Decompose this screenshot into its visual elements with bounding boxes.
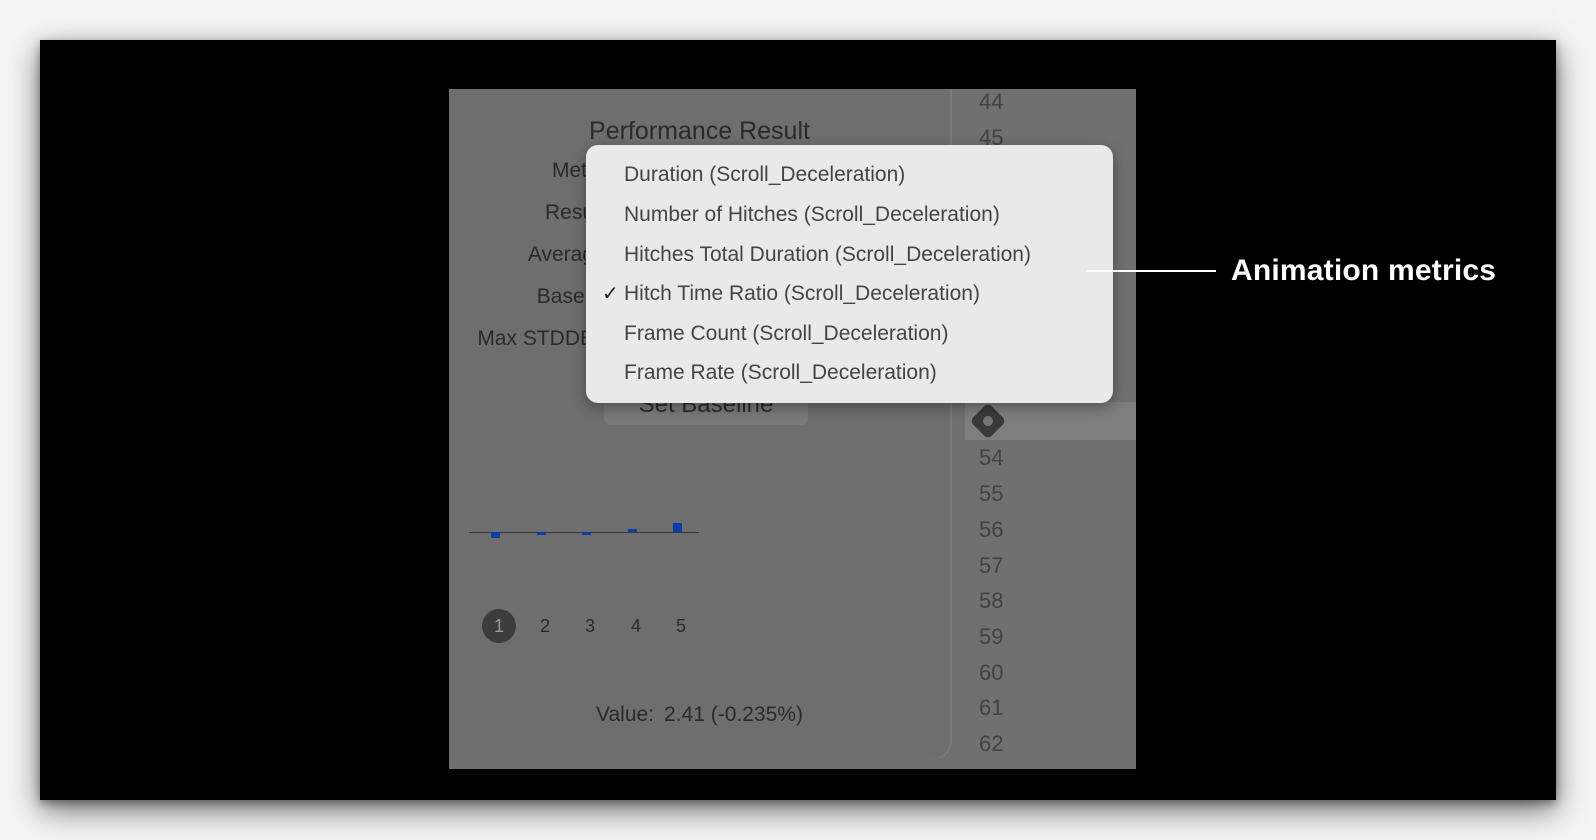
menu-item-label: Hitches Total Duration (Scroll_Decelerat…: [624, 243, 1031, 266]
menu-item-label: Number of Hitches (Scroll_Deceleration): [624, 203, 1000, 226]
menu-item-hitch-time-ratio[interactable]: ✓ Hitch Time Ratio (Scroll_Deceleration): [602, 279, 980, 309]
chart-bar: [582, 532, 591, 535]
menu-item-hitches-total-duration[interactable]: Hitches Total Duration (Scroll_Decelerat…: [624, 240, 1031, 270]
chart-bar: [673, 523, 682, 532]
baseline-label: Baseli: [536, 285, 594, 308]
run-page-5[interactable]: 5: [664, 609, 698, 643]
menu-item-label: Hitch Time Ratio (Scroll_Deceleration): [624, 282, 980, 305]
chart-bar: [491, 532, 500, 538]
value-number: 2.41 (-0.235%): [664, 703, 803, 726]
line-number: 59: [979, 624, 1004, 649]
menu-item-duration[interactable]: Duration (Scroll_Deceleration): [624, 160, 905, 190]
menu-item-label: Frame Count (Scroll_Deceleration): [624, 322, 949, 345]
menu-item-number-of-hitches[interactable]: Number of Hitches (Scroll_Deceleration): [624, 200, 1000, 230]
value-readout: Value: 2.41 (-0.235%): [449, 703, 950, 727]
run-page-1[interactable]: 1: [482, 609, 516, 643]
run-page-3[interactable]: 3: [573, 609, 607, 643]
line-number: 58: [979, 588, 1004, 613]
line-number: 61: [979, 695, 1004, 720]
callout-line: [1086, 270, 1216, 272]
max-stddev-label: Max STDDE: [477, 327, 594, 350]
line-number: 57: [979, 553, 1004, 578]
line-number: 56: [979, 517, 1004, 542]
metric-label: Metr: [552, 159, 594, 182]
metric-dropdown-menu: Duration (Scroll_Deceleration) Number of…: [586, 145, 1113, 403]
chart-bar: [536, 532, 546, 535]
line-number: 62: [979, 731, 1004, 756]
menu-item-frame-count[interactable]: Frame Count (Scroll_Deceleration): [624, 319, 948, 349]
menu-item-frame-rate[interactable]: Frame Rate (Scroll_Deceleration): [624, 358, 937, 388]
popover-title: Performance Result: [589, 117, 810, 145]
line-number: 54: [979, 445, 1004, 470]
line-number: 44: [979, 89, 1004, 114]
result-label: Resu: [544, 201, 594, 224]
run-page-4[interactable]: 4: [619, 609, 653, 643]
chart-bar: [627, 529, 637, 532]
menu-item-label: Frame Rate (Scroll_Deceleration): [624, 361, 937, 384]
line-number: 60: [979, 660, 1004, 685]
checkmark-icon: ✓: [602, 283, 619, 305]
slide: 44 45 54 55 56 57 58 59 60 61 62 Perform…: [40, 40, 1556, 800]
line-number: 55: [979, 481, 1004, 506]
callout-label: Animation metrics: [1231, 254, 1497, 287]
measurement-chart: [469, 509, 709, 549]
average-label: Averag: [527, 243, 594, 266]
value-label: Value:: [596, 703, 655, 726]
run-page-2[interactable]: 2: [528, 609, 562, 643]
menu-item-label: Duration (Scroll_Deceleration): [624, 163, 906, 186]
